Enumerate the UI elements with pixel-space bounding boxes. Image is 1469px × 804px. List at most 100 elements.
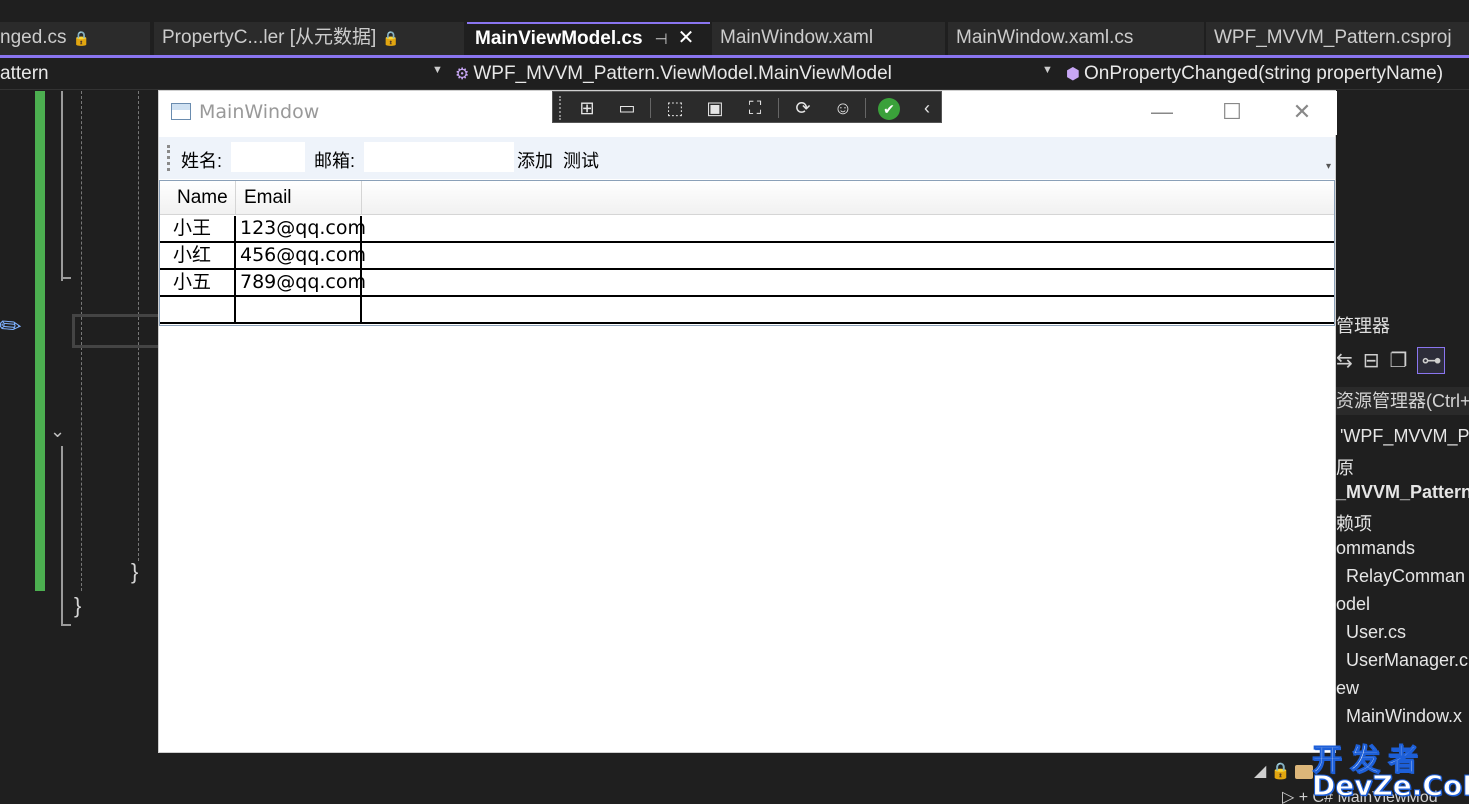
- cell-name[interactable]: 小五: [169, 270, 236, 295]
- tab-csproj[interactable]: WPF_MVVM_Pattern.csproj: [1206, 22, 1469, 56]
- cell-name[interactable]: 小王: [169, 216, 236, 241]
- lock-icon: 🔒: [72, 30, 90, 46]
- toolbar-grip[interactable]: [167, 145, 171, 171]
- change-indicator-bar: [35, 91, 45, 591]
- xaml-runtime-toolbar: ⊞ ▭ ⬚ ▣ ⛶ ⟳ ☺ ✔ ‹: [552, 91, 942, 123]
- type-label: WPF_MVVM_Pattern.ViewModel.MainViewModel: [473, 63, 892, 84]
- cell-name[interactable]: [169, 297, 236, 322]
- fold-chevron-icon[interactable]: ⌄: [50, 421, 65, 442]
- lock-icon: 🔒: [1270, 763, 1291, 780]
- name-input[interactable]: [231, 142, 305, 172]
- table-row[interactable]: 小王 123@qq.com: [160, 216, 1334, 243]
- tree-item-view[interactable]: ew: [1336, 678, 1359, 699]
- cell-email[interactable]: 789@qq.com: [236, 270, 366, 295]
- watermark-logo: 开发者 DevZe.CoM: [1311, 735, 1469, 804]
- toolbar-separator: [865, 98, 866, 118]
- cell-name[interactable]: 小红: [169, 243, 236, 268]
- tree-item-relaycommand[interactable]: RelayComman: [1346, 566, 1465, 587]
- test-button[interactable]: 测试: [563, 147, 599, 173]
- users-datagrid[interactable]: Name Email 小王 123@qq.com 小红 456@qq.com 小…: [159, 180, 1335, 326]
- email-input[interactable]: [364, 142, 514, 172]
- project-label: attern: [0, 63, 49, 84]
- wpf-main-window: MainWindow — ☐ ✕ ⊞ ▭ ⬚ ▣ ⛶ ⟳ ☺ ✔ ‹ 姓名: 邮…: [158, 90, 1337, 753]
- scope-guide: [61, 596, 63, 626]
- column-header-name[interactable]: Name: [169, 181, 236, 215]
- tab-label: WPF_MVVM_Pattern.csproj: [1214, 27, 1452, 48]
- title-strip: [0, 0, 1469, 22]
- cell-email[interactable]: 123@qq.com: [236, 216, 366, 241]
- toolbar-separator: [650, 98, 651, 118]
- add-button[interactable]: 添加: [517, 147, 553, 173]
- tree-item-model[interactable]: odel: [1336, 594, 1370, 615]
- name-label: 姓名:: [181, 151, 223, 171]
- tab-label: PropertyC...ler [从元数据]: [162, 27, 377, 48]
- toolbar-grip[interactable]: [559, 96, 563, 120]
- pin-icon[interactable]: ⊣: [655, 31, 668, 48]
- datagrid-header: Name Email: [160, 181, 1334, 215]
- cell-email[interactable]: 456@qq.com: [236, 243, 366, 268]
- pointer-select-icon[interactable]: ⬚: [661, 95, 689, 121]
- tree-item-mainwindow[interactable]: MainWindow.x: [1346, 706, 1462, 727]
- window-title: MainWindow: [199, 101, 320, 123]
- record-icon[interactable]: ▭: [613, 95, 641, 121]
- cell-email[interactable]: [236, 297, 362, 322]
- solution-explorer-toolbar: ⇆ ⊟ ❐ ⊶: [1336, 347, 1469, 381]
- folder-icon: [1295, 764, 1314, 779]
- checkmark-icon[interactable]: ✔: [875, 95, 903, 121]
- breakpoint-selection-box: [72, 314, 160, 348]
- tree-item-project[interactable]: _MVVM_Pattern: [1336, 482, 1469, 503]
- tab-propertychanged[interactable]: nged.cs 🔒: [0, 22, 150, 56]
- tree-item-user[interactable]: User.cs: [1346, 622, 1406, 643]
- tab-mainwindow-xaml-cs[interactable]: MainWindow.xaml.cs: [948, 22, 1204, 56]
- scope-guide-tick: [61, 277, 71, 279]
- select-element-icon[interactable]: ⊞: [573, 95, 601, 121]
- chevron-down-icon[interactable]: ▼: [1042, 64, 1053, 76]
- method-icon: ⬢: [1066, 66, 1080, 83]
- accessibility-icon[interactable]: ☺: [829, 95, 857, 121]
- project-dropdown[interactable]: attern: [0, 60, 440, 88]
- tab-label: MainWindow.xaml.cs: [956, 27, 1134, 48]
- hot-reload-icon[interactable]: ⟳: [789, 95, 817, 121]
- close-window-button[interactable]: ✕: [1272, 95, 1332, 129]
- layout-adorner-icon[interactable]: ▣: [701, 95, 729, 121]
- member-dropdown[interactable]: ⬢ OnPropertyChanged(string propertyName): [1066, 60, 1469, 88]
- collapse-icon[interactable]: ‹: [913, 95, 941, 121]
- watermark-text-bottom: DevZe.CoM: [1311, 769, 1469, 803]
- tab-label: MainWindow.xaml: [720, 27, 874, 48]
- input-toolbar: 姓名: 邮箱: 添加 测试 ▾: [159, 137, 1335, 179]
- class-icon: ⚙: [455, 66, 470, 83]
- collapse-all-icon[interactable]: ⊟: [1363, 348, 1380, 373]
- lock-icon: 🔒: [382, 30, 400, 46]
- closing-brace: }: [131, 559, 139, 584]
- tab-label: nged.cs: [0, 27, 67, 48]
- toolbar-separator: [778, 98, 779, 118]
- tree-item-usermanager[interactable]: UserManager.c: [1346, 650, 1468, 671]
- tab-propertychangedhandler-metadata[interactable]: PropertyC...ler [从元数据] 🔒: [154, 22, 464, 56]
- solution-search-input[interactable]: 资源管理器(Ctrl+: [1336, 387, 1469, 415]
- tab-mainviewmodel[interactable]: MainViewModel.cs ⊣ ✕: [467, 22, 710, 56]
- tree-item-commands[interactable]: ommands: [1336, 538, 1415, 559]
- track-focus-icon[interactable]: ⛶: [741, 95, 769, 121]
- table-row[interactable]: 小五 789@qq.com: [160, 270, 1334, 297]
- table-row[interactable]: 小红 456@qq.com: [160, 243, 1334, 270]
- email-label: 邮箱:: [314, 151, 356, 171]
- minimize-button[interactable]: —: [1132, 95, 1192, 129]
- maximize-button[interactable]: ☐: [1202, 95, 1262, 129]
- chevron-down-icon[interactable]: ▼: [432, 64, 443, 76]
- copy-icon[interactable]: ❐: [1390, 348, 1408, 373]
- tree-item-viewmodel-folder[interactable]: ◢ 🔒: [1254, 761, 1314, 781]
- tree-view-icon[interactable]: ⊶: [1417, 347, 1446, 374]
- close-tab-icon[interactable]: ✕: [678, 27, 695, 49]
- sync-icon[interactable]: ⇆: [1336, 348, 1353, 373]
- solution-explorer-panel: 管理器 ⇆ ⊟ ❐ ⊶ 资源管理器(Ctrl+ 'WPF_MVVM_P 原 _MVVM…: [1336, 90, 1469, 804]
- tree-item-solution[interactable]: 'WPF_MVVM_P: [1340, 426, 1469, 447]
- code-editor-gutter[interactable]: ✎ ⌄ } }: [0, 91, 160, 804]
- column-header-email[interactable]: Email: [236, 181, 362, 215]
- tab-mainwindow-xaml[interactable]: MainWindow.xaml: [712, 22, 945, 56]
- type-dropdown[interactable]: ⚙ WPF_MVVM_Pattern.ViewModel.MainViewMode…: [455, 60, 1045, 88]
- toolbar-overflow-icon[interactable]: ▾: [1326, 161, 1331, 172]
- tree-item[interactable]: 原: [1336, 454, 1354, 480]
- tree-item-dependencies[interactable]: 赖项: [1336, 510, 1372, 536]
- screwdriver-icon[interactable]: ✎: [0, 308, 29, 346]
- table-row-new[interactable]: [160, 297, 1334, 324]
